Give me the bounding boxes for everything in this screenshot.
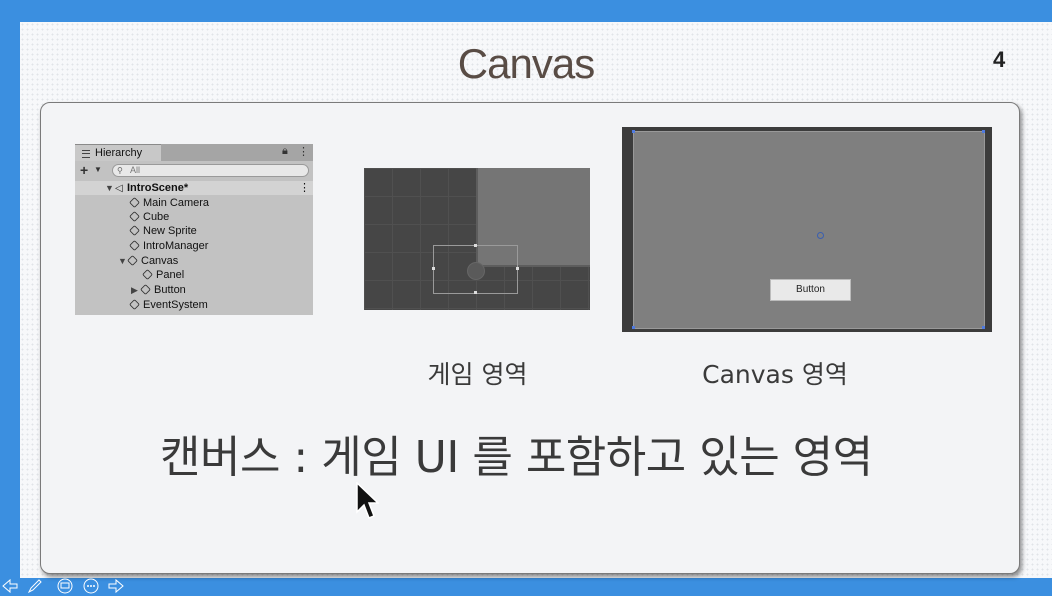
- hierarchy-item-label: IntroManager: [143, 240, 209, 252]
- search-icon: ⚲: [117, 166, 123, 175]
- hierarchy-item[interactable]: New Sprite: [129, 224, 197, 238]
- page-number: 4: [993, 47, 1006, 72]
- hierarchy-item[interactable]: Main Camera: [129, 196, 210, 210]
- cube-icon: [127, 255, 138, 266]
- hierarchy-item-label: Main Camera: [143, 197, 210, 209]
- expand-arrow-icon[interactable]: ▼: [105, 181, 115, 195]
- hierarchy-item-label: EventSystem: [143, 299, 208, 311]
- cube-icon: [129, 197, 140, 208]
- hierarchy-item-label: Cube: [143, 211, 170, 223]
- hierarchy-item-label: Canvas: [141, 255, 179, 267]
- cube-icon: [129, 299, 140, 310]
- game-view-image: [364, 168, 590, 310]
- hierarchy-item-label: New Sprite: [143, 225, 197, 237]
- cube-icon: [129, 240, 140, 251]
- lock-icon[interactable]: 🔒︎: [282, 145, 288, 158]
- pen-icon[interactable]: [27, 578, 43, 594]
- main-statement: 캔버스 : 게임 UI 를 포함하고 있는 영역: [160, 432, 873, 483]
- rect-handle: [474, 244, 477, 247]
- hierarchy-item-label: Button: [154, 284, 186, 296]
- hierarchy-item[interactable]: Panel: [142, 268, 185, 282]
- menu-icon: [82, 150, 90, 158]
- scene-name: IntroScene*: [127, 182, 189, 194]
- cube-icon: [129, 225, 140, 236]
- canvas-corner-handle: [982, 130, 985, 133]
- collapse-arrow-icon[interactable]: ▶: [131, 283, 141, 297]
- hierarchy-tab-bar: Hierarchy 🔒︎ ⋮: [75, 144, 313, 161]
- tab-hierarchy[interactable]: Hierarchy: [75, 144, 161, 161]
- cube-icon: [129, 211, 140, 222]
- pivot-handle: [467, 262, 485, 280]
- presenter-toolbar: [2, 576, 132, 596]
- canvas-corner-handle: [632, 326, 635, 329]
- mouse-cursor-icon: [356, 482, 379, 519]
- hierarchy-item-label: Panel: [156, 269, 185, 281]
- caption-canvas-area: Canvas 영역: [702, 360, 848, 389]
- kebab-icon[interactable]: ⋮: [298, 145, 309, 158]
- dropdown-icon[interactable]: ▼: [94, 165, 102, 174]
- canvas-corner-handle: [982, 326, 985, 329]
- screen-icon[interactable]: [57, 578, 73, 594]
- cube-icon: [140, 284, 151, 295]
- nav-next-icon[interactable]: [108, 578, 124, 594]
- hierarchy-search-input[interactable]: ⚲ All: [112, 164, 309, 177]
- scene-kebab-icon[interactable]: ⋮: [299, 181, 310, 194]
- canvas-corner-handle: [632, 130, 635, 133]
- slide-title: Canvas: [457, 40, 595, 87]
- rect-handle: [516, 267, 519, 270]
- nav-prev-icon[interactable]: [2, 578, 18, 594]
- tab-hierarchy-label: Hierarchy: [95, 147, 143, 159]
- hierarchy-item[interactable]: EventSystem: [129, 298, 208, 312]
- canvas-view-image: [622, 127, 992, 332]
- more-icon[interactable]: [83, 578, 99, 594]
- hierarchy-item[interactable]: ▼ Canvas: [118, 254, 178, 268]
- unity-scene-icon: ◁: [115, 183, 123, 194]
- hierarchy-item[interactable]: ▶ Button: [131, 283, 186, 297]
- hierarchy-panel: Hierarchy 🔒︎ ⋮ + ▼ ⚲ All ▼◁ IntroScene* ⋮…: [75, 144, 313, 315]
- expand-arrow-icon[interactable]: ▼: [118, 254, 128, 268]
- cube-icon: [142, 269, 153, 280]
- hierarchy-item[interactable]: IntroManager: [129, 239, 209, 253]
- scene-row-content: ▼◁ IntroScene*: [105, 181, 188, 195]
- search-placeholder: All: [130, 165, 141, 175]
- rect-handle: [432, 267, 435, 270]
- plus-icon[interactable]: +: [80, 162, 88, 178]
- canvas-pivot: [817, 232, 824, 239]
- caption-game-area: 게임 영역: [427, 360, 528, 389]
- hierarchy-toolbar: + ▼ ⚲ All: [75, 162, 313, 180]
- hierarchy-item[interactable]: Cube: [129, 210, 170, 224]
- canvas-ui-button: Button: [770, 279, 851, 301]
- rect-handle: [474, 291, 477, 294]
- scene-row[interactable]: ▼◁ IntroScene* ⋮: [75, 181, 313, 195]
